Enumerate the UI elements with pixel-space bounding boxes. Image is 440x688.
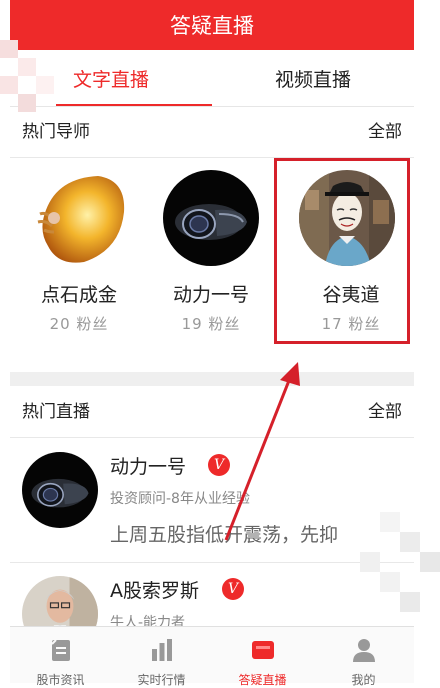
document-icon <box>51 639 70 661</box>
tutor-fans: 20 粉丝 <box>49 315 109 333</box>
tutor-card[interactable]: 点石成金 20 粉丝 <box>10 170 140 340</box>
nav-live-qa[interactable]: 答疑直播 <box>212 627 313 687</box>
tab-label: 文字直播 <box>72 68 149 91</box>
turbine-avatar <box>163 170 259 266</box>
section-title: 热门直播 <box>22 402 90 422</box>
tutor-card[interactable]: 动力一号 19 粉丝 <box>142 170 272 340</box>
live-author-name: 动力一号 <box>110 456 187 478</box>
live-list-item[interactable]: 动力一号 V 投资顾问-8年从业经验 上周五股指低开震荡，先抑 <box>10 438 414 563</box>
nav-label: 股市资讯 <box>36 673 85 687</box>
tutor-name: 动力一号 <box>172 284 249 306</box>
highlight-annotation-box <box>274 158 410 344</box>
live-author-name: A股索罗斯 <box>110 580 199 602</box>
app-header: 答疑直播 <box>10 0 414 50</box>
live-icon <box>252 641 274 659</box>
view-all-tutors-link[interactable]: 全部 <box>368 107 402 157</box>
tab-label: 视频直播 <box>274 68 351 91</box>
tutor-name: 点石成金 <box>40 284 117 306</box>
active-tab-indicator <box>56 104 212 106</box>
bar-chart-icon <box>152 639 172 661</box>
bottom-nav-bar: 股市资讯 实时行情 答疑直播 我的 <box>10 626 414 687</box>
verified-badge-icon: V <box>208 454 230 476</box>
pixel-mosaic-overlay <box>0 40 54 112</box>
app-screen: 答疑直播 文字直播 视频直播 热门导师 全部 点石成金 20 粉丝 动力一号 1… <box>10 0 414 687</box>
hot-tutors-header: 热门导师 全部 <box>10 107 414 158</box>
live-author-title: 投资顾问-8年从业经验 <box>110 491 250 507</box>
nav-market-news[interactable]: 股市资讯 <box>10 627 111 687</box>
amber-stone-avatar <box>28 170 125 266</box>
tab-bar: 文字直播 视频直播 <box>10 50 414 107</box>
section-divider <box>10 372 414 386</box>
user-icon <box>353 639 375 662</box>
nav-label: 我的 <box>351 673 376 687</box>
verified-badge-icon: V <box>222 578 244 600</box>
tutor-fans: 19 粉丝 <box>181 315 241 333</box>
nav-profile[interactable]: 我的 <box>313 627 414 687</box>
nav-realtime-quotes[interactable]: 实时行情 <box>111 627 212 687</box>
turbine-avatar <box>22 452 98 528</box>
nav-label: 实时行情 <box>137 673 186 687</box>
view-all-live-link[interactable]: 全部 <box>368 387 402 437</box>
pixel-mosaic-overlay <box>360 512 440 612</box>
hot-live-header: 热门直播 全部 <box>10 387 414 438</box>
tab-video-live[interactable]: 视频直播 <box>212 50 414 106</box>
page-title: 答疑直播 <box>170 14 254 38</box>
nav-label: 答疑直播 <box>238 673 287 687</box>
